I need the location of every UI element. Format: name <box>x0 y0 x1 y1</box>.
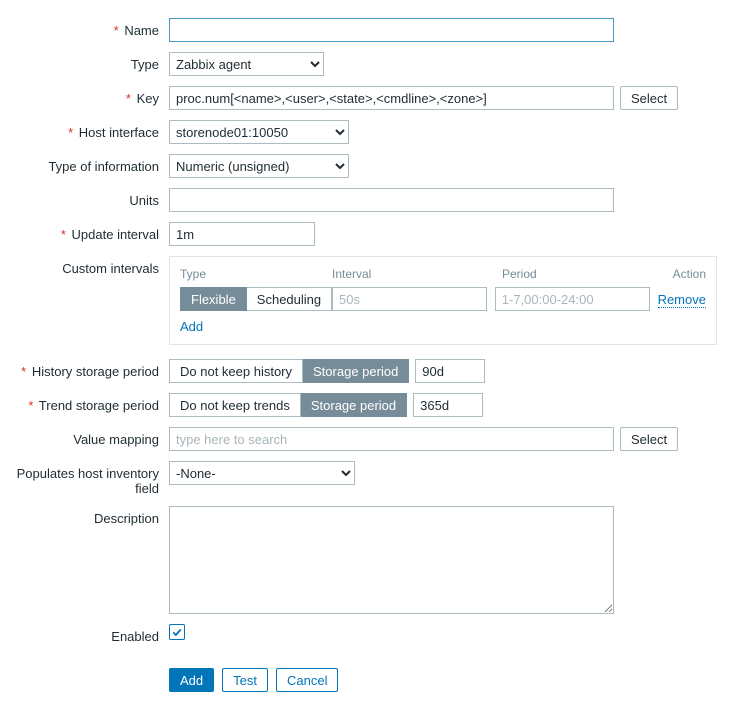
label-value-mapping: Value mapping <box>4 427 169 447</box>
label-history-storage: * History storage period <box>4 359 169 379</box>
update-interval-input[interactable] <box>169 222 315 246</box>
key-select-button[interactable]: Select <box>620 86 678 110</box>
ci-head-period: Period <box>502 267 672 281</box>
history-seg-no[interactable]: Do not keep history <box>169 359 303 383</box>
trend-segment: Do not keep trends Storage period <box>169 393 407 417</box>
ci-seg-flexible[interactable]: Flexible <box>180 287 247 311</box>
ci-head-action: Action <box>672 267 706 281</box>
trend-seg-no[interactable]: Do not keep trends <box>169 393 301 417</box>
test-button[interactable]: Test <box>222 668 268 692</box>
check-icon <box>171 626 183 638</box>
history-segment: Do not keep history Storage period <box>169 359 409 383</box>
trend-seg-period[interactable]: Storage period <box>301 393 407 417</box>
type-select[interactable]: Zabbix agent <box>169 52 324 76</box>
ci-head-interval: Interval <box>332 267 502 281</box>
ci-interval-input[interactable] <box>332 287 487 311</box>
label-description: Description <box>4 506 169 526</box>
label-custom-intervals: Custom intervals <box>4 256 169 276</box>
ci-add-link[interactable]: Add <box>180 319 203 334</box>
ci-remove-link[interactable]: Remove <box>658 292 706 308</box>
inventory-select[interactable]: -None- <box>169 461 355 485</box>
label-update-interval: * Update interval <box>4 222 169 242</box>
description-textarea[interactable] <box>169 506 614 614</box>
label-populates-inventory: Populates host inventory field <box>4 461 169 496</box>
label-name: * Name <box>4 18 169 38</box>
value-mapping-input[interactable] <box>169 427 614 451</box>
label-units: Units <box>4 188 169 208</box>
label-enabled: Enabled <box>4 624 169 644</box>
key-input[interactable] <box>169 86 614 110</box>
history-seg-period[interactable]: Storage period <box>303 359 409 383</box>
label-key: * Key <box>4 86 169 106</box>
label-host-interface: * Host interface <box>4 120 169 140</box>
label-type-of-info: Type of information <box>4 154 169 174</box>
enabled-checkbox[interactable] <box>169 624 185 640</box>
host-interface-select[interactable]: storenode01:10050 <box>169 120 349 144</box>
ci-type-segment: Flexible Scheduling <box>180 287 332 311</box>
label-trend-storage: * Trend storage period <box>4 393 169 413</box>
label-type: Type <box>4 52 169 72</box>
ci-period-input[interactable] <box>495 287 650 311</box>
add-button[interactable]: Add <box>169 668 214 692</box>
trend-period-input[interactable] <box>413 393 483 417</box>
name-input[interactable] <box>169 18 614 42</box>
cancel-button[interactable]: Cancel <box>276 668 338 692</box>
units-input[interactable] <box>169 188 614 212</box>
custom-intervals-box: Type Interval Period Action Flexible Sch… <box>169 256 717 345</box>
value-mapping-select-button[interactable]: Select <box>620 427 678 451</box>
ci-head-type: Type <box>180 267 332 281</box>
type-of-information-select[interactable]: Numeric (unsigned) <box>169 154 349 178</box>
history-period-input[interactable] <box>415 359 485 383</box>
ci-seg-scheduling[interactable]: Scheduling <box>247 287 332 311</box>
